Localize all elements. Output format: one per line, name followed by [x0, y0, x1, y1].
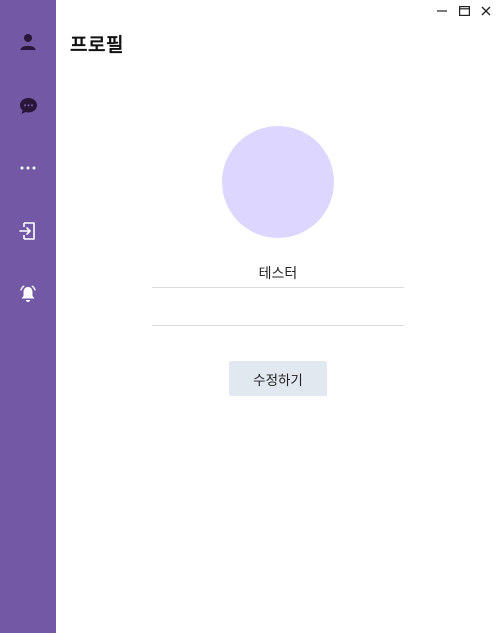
app-window: 프로필 수정하기 [0, 0, 497, 633]
sidebar-item-notifications[interactable] [0, 272, 56, 316]
status-message-input[interactable] [152, 296, 404, 326]
sidebar-item-chat[interactable] [0, 84, 56, 128]
minimize-icon [437, 1, 447, 20]
close-icon [481, 1, 491, 20]
sidebar-item-logout[interactable] [0, 209, 56, 253]
close-button[interactable] [475, 0, 497, 20]
more-dots-icon [20, 166, 36, 170]
maximize-button[interactable] [453, 0, 475, 20]
chat-bubble-icon [19, 97, 38, 115]
logout-door-icon [19, 221, 37, 241]
page-title: 프로필 [70, 34, 124, 56]
avatar[interactable] [222, 126, 334, 238]
bell-icon [19, 285, 37, 303]
window-controls [431, 0, 497, 20]
sidebar [0, 0, 56, 633]
maximize-icon [458, 1, 470, 20]
sidebar-item-more[interactable] [0, 146, 56, 190]
name-input[interactable] [152, 258, 404, 288]
minimize-button[interactable] [431, 0, 453, 20]
person-icon [19, 33, 37, 51]
sidebar-item-profile[interactable] [0, 20, 56, 64]
edit-profile-button[interactable]: 수정하기 [229, 361, 327, 396]
